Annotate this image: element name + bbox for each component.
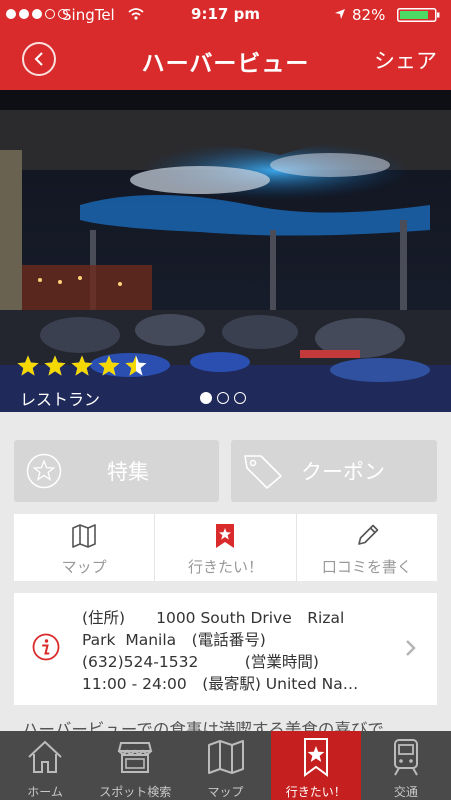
tab-map[interactable]: マップ xyxy=(180,731,270,800)
navigation-bar: SingTel 9:17 pm 82% ハーバービュー シェア xyxy=(0,0,451,90)
location-arrow-icon xyxy=(335,9,345,19)
tag-icon xyxy=(244,455,282,489)
battery-icon xyxy=(397,8,440,22)
want-to-go-button[interactable]: 行きたい！ xyxy=(154,514,295,581)
coupon-button[interactable]: クーポン xyxy=(231,440,437,502)
page-dot[interactable] xyxy=(217,392,229,404)
rating-stars xyxy=(16,354,148,378)
page-indicator xyxy=(200,392,246,404)
map-action-button[interactable]: マップ xyxy=(14,514,154,581)
info-line: (住所) 1000 South Drive Rizal xyxy=(82,609,345,627)
special-feature-label: 特集 xyxy=(107,460,149,484)
home-icon xyxy=(28,740,62,773)
write-review-label: 口コミを書く xyxy=(321,558,412,576)
tab-label: 行きたい！ xyxy=(285,785,346,799)
chevron-right-icon xyxy=(406,640,416,656)
special-feature-button[interactable]: 特集 xyxy=(14,440,219,502)
shop-icon xyxy=(118,742,153,773)
star-circle-icon xyxy=(26,453,62,489)
tab-transport[interactable]: 交通 xyxy=(361,731,451,800)
info-line: 11:00 - 24:00 (最寄駅) United Na… xyxy=(82,675,359,693)
tab-label: スポット検索 xyxy=(99,785,172,799)
write-review-button[interactable]: 口コミを書く xyxy=(295,514,437,581)
coupon-label: クーポン xyxy=(301,460,385,484)
bookmark-star-icon xyxy=(216,524,235,548)
category-label: レストラン xyxy=(20,390,101,409)
info-line: (632)524-1532 (営業時間) xyxy=(82,653,319,671)
want-to-go-label: 行きたい！ xyxy=(187,558,263,576)
train-icon xyxy=(393,739,418,776)
battery-percent: 82% xyxy=(352,6,386,24)
tab-label: マップ xyxy=(207,785,244,799)
action-row: マップ 行きたい！ 口コミを書く xyxy=(14,514,437,581)
map-action-label: マップ xyxy=(61,558,107,576)
page-dot[interactable] xyxy=(200,392,212,404)
pencil-icon xyxy=(358,524,379,545)
info-text: (住所) 1000 South Drive Rizal Park Manila … xyxy=(82,607,388,695)
map-icon xyxy=(72,524,96,548)
tab-bar: ホーム スポット検索 マップ 行きたい！ 交通 xyxy=(0,731,451,800)
bookmark-star-icon xyxy=(303,738,328,777)
star-icon xyxy=(98,355,120,376)
info-card[interactable]: (住所) 1000 South Drive Rizal Park Manila … xyxy=(14,593,437,705)
star-icon xyxy=(125,355,147,376)
tab-label: ホーム xyxy=(27,785,63,799)
star-icon xyxy=(71,355,93,376)
status-bar: SingTel 9:17 pm 82% xyxy=(0,0,451,30)
tab-label: 交通 xyxy=(393,785,418,799)
star-icon xyxy=(44,355,66,376)
share-button[interactable]: シェア xyxy=(374,45,437,75)
tab-home[interactable]: ホーム xyxy=(0,731,90,800)
map-icon xyxy=(207,740,244,774)
info-line: Park Manila (電話番号) xyxy=(82,631,266,649)
info-icon xyxy=(32,633,60,661)
page-dot[interactable] xyxy=(234,392,246,404)
tab-want-to-go[interactable]: 行きたい！ xyxy=(270,731,361,800)
star-icon xyxy=(17,355,39,376)
photo-carousel[interactable]: レストラン xyxy=(0,90,451,412)
tab-spot-search[interactable]: スポット検索 xyxy=(90,731,180,800)
